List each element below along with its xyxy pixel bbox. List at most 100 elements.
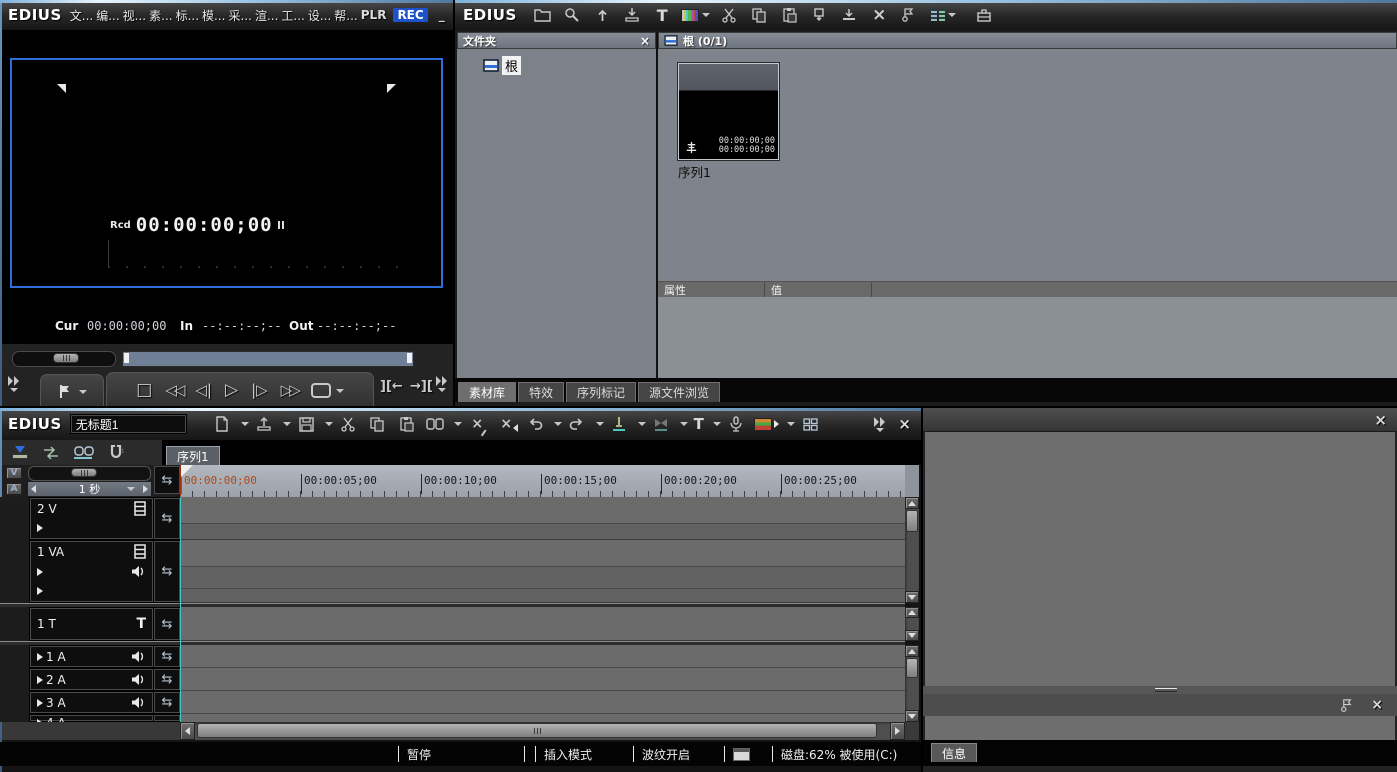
close-button[interactable]: × [1374,411,1387,429]
chevron-down-icon[interactable] [325,422,333,426]
track-label[interactable]: 1 VA [37,545,64,559]
lane-2v-sub[interactable] [180,524,905,540]
lane-1va-audio[interactable] [180,567,905,589]
scroll-thumb[interactable] [197,723,877,738]
timeline-ruler[interactable]: 00:00:00;00 00:00:05;00 00:00:10;00 00:0… [180,465,905,498]
value-column-header[interactable]: 值 [764,282,871,298]
expand-icon[interactable] [37,653,43,661]
tab-information[interactable]: 信息 [931,743,977,762]
shuttle-thumb[interactable] [53,353,79,363]
more-controls-right-button[interactable] [436,376,448,392]
view-mode-icon[interactable] [926,3,962,27]
chevron-down-icon[interactable] [713,422,721,426]
scale-next-icon[interactable] [143,485,148,493]
speaker-icon[interactable] [131,696,146,709]
chevron-down-icon[interactable] [241,422,249,426]
sequence-name-field[interactable] [70,414,187,434]
menu-capture[interactable]: 采... [228,7,251,24]
menu-edit[interactable]: 编... [96,7,119,24]
paste-icon[interactable] [393,412,420,436]
toolbox-icon[interactable] [971,3,998,27]
menu-mode[interactable]: 模... [202,7,225,24]
more-controls-left-button[interactable] [8,376,20,392]
loop-dropdown-icon[interactable] [336,389,344,393]
cut-icon[interactable] [335,412,362,436]
expand-icon[interactable] [37,699,43,707]
multicam-icon[interactable] [797,412,824,436]
marker-dropdown-icon[interactable] [79,390,87,394]
chevron-down-icon[interactable] [787,422,795,426]
transition-icon[interactable] [648,412,675,436]
ripple-sync-toggle[interactable]: ⇆ [154,646,180,667]
expand-icon[interactable] [37,568,43,576]
shuttle-slider[interactable] [12,351,116,367]
lane-2a[interactable] [180,668,905,691]
menu-clip[interactable]: 素... [149,7,172,24]
sequence-tab[interactable]: 序列1 [166,446,220,465]
track-label[interactable]: 1 T [37,617,56,631]
chevron-down-icon[interactable] [283,422,291,426]
scroll-down-button[interactable] [905,591,919,603]
chevron-down-icon[interactable] [454,422,462,426]
clips-icon[interactable] [422,412,449,436]
playhead-marker[interactable] [180,465,193,478]
sync-mode-icon[interactable] [42,445,60,460]
scroll-down-button[interactable] [905,630,919,641]
chevron-down-icon[interactable] [554,422,562,426]
title-icon[interactable]: T [649,3,676,27]
scale-prev-icon[interactable] [31,485,36,493]
ripple-sync-toggle[interactable]: ⇆ [154,466,180,494]
copy-icon[interactable] [746,3,773,27]
track-header-2v[interactable]: 2 V ⇆ [0,497,180,540]
colorbars-icon[interactable] [679,3,713,27]
voiceover-icon[interactable] [723,412,750,436]
audio-mute-button[interactable]: A [6,483,22,495]
playhead-line[interactable] [180,497,181,722]
insert-mode-icon[interactable] [12,446,28,459]
chevron-down-icon[interactable] [948,13,956,17]
add-marker-icon[interactable] [58,384,72,399]
ripple-sync-toggle[interactable]: ⇆ [154,692,180,713]
property-column-header[interactable]: 属性 [658,282,764,298]
close-button[interactable]: × [452,7,453,23]
rec-mode-button[interactable]: REC [393,8,427,22]
previous-frame-button[interactable]: ◁| [195,383,212,398]
tab-bin[interactable]: 素材库 [458,382,516,402]
add-to-timeline-icon[interactable] [836,3,863,27]
lane-1a[interactable] [180,645,905,668]
timeline-scale-selector[interactable]: 1 秒 [28,482,151,496]
ripple-sync-toggle[interactable]: ⇆ [154,541,180,602]
scroll-up-button[interactable] [905,645,919,657]
delete-icon[interactable]: × [866,3,893,27]
ripple-delete-icon[interactable]: × [493,412,520,436]
tab-sequence-marker[interactable]: 序列标记 [566,382,636,402]
open-project-icon[interactable] [251,412,278,436]
menu-file[interactable]: 文... [70,7,93,24]
cut-icon[interactable] [716,3,743,27]
track-header-1va[interactable]: 1 VA ⇆ [0,540,180,603]
splitter-handle[interactable] [923,686,1397,694]
track-label[interactable]: 1 A [46,650,66,664]
title-track-icon[interactable]: T [136,616,146,632]
menu-settings[interactable]: 设... [308,7,331,24]
transition-mode-icon[interactable] [74,446,94,459]
goto-out-button[interactable]: →][ [410,380,433,393]
scroll-thumb[interactable] [906,658,918,678]
lane-3a[interactable] [180,691,905,714]
speaker-icon[interactable] [131,673,146,686]
ripple-sync-toggle[interactable]: ⇆ [154,669,180,690]
plr-mode-button[interactable]: PLR [361,8,387,22]
copy-icon[interactable] [364,412,391,436]
track-header-4a[interactable]: 4 A [0,714,180,722]
track-header-1t[interactable]: 1 T T ⇆ [0,607,180,641]
chevron-down-icon[interactable] [702,13,710,17]
new-sequence-icon[interactable] [209,412,236,436]
title-icon[interactable]: T [690,412,708,436]
chevron-down-icon[interactable] [127,487,135,491]
add-cut-point-icon[interactable] [606,412,633,436]
minimize-button[interactable]: _ [439,8,445,22]
scroll-up-button[interactable] [905,607,919,618]
export-icon[interactable] [752,412,782,436]
rewind-button[interactable]: ◁◁ [165,383,182,398]
position-bar[interactable] [122,351,414,367]
